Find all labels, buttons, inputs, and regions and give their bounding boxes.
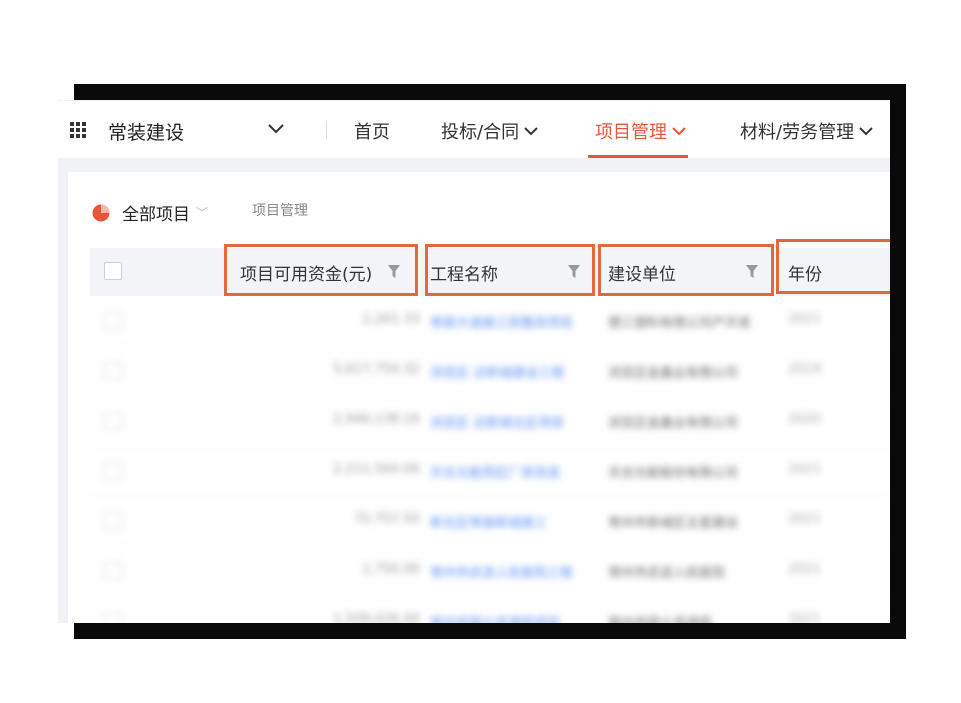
chevron-down-icon: ﹀ [196,206,209,220]
cell-year: 2021 [788,612,822,623]
cell-client-unit: 德三塑料有限公司产开发 [608,316,752,331]
row-checkbox[interactable] [104,562,122,580]
row-checkbox[interactable] [104,512,122,530]
top-navigation: 常装建设 首页 投标/合同 项目管理 材料/劳务管理 [58,100,890,159]
cell-project-name[interactable]: 常装大道施工段整改项目 [430,312,573,331]
highlight-box [598,244,774,296]
cell-client-unit: 天合光能股份有限公司 [608,466,739,481]
project-scope-selector[interactable]: 全部项目 ﹀ [92,200,208,225]
select-all-checkbox[interactable] [104,262,122,280]
cell-year: 2020 [788,412,822,427]
cell-project-name[interactable]: 浏览区 达新城北区项目 [430,412,564,431]
nav-item-label: 材料/劳务管理 [740,122,855,143]
nav-item-materials-labor[interactable]: 材料/劳务管理 [740,118,874,144]
table-row[interactable]: 1,750.00 常州市武进人民医院工程 常州市武进人民医院 2021 [90,546,890,597]
cell-amount: 5,617,754.32 [333,362,420,377]
table-row[interactable]: 2,946,138.16 浏览区 达新城北区项目 浏览区金鑫业有限公司 2020 [90,396,890,447]
row-checkbox[interactable] [104,612,122,623]
cell-year: 2021 [788,462,822,477]
row-checkbox[interactable] [104,412,122,430]
nav-item-bidding-contract[interactable]: 投标/合同 [441,118,539,144]
pie-chart-icon [92,204,110,221]
nav-divider [326,121,327,139]
cell-client-unit: 常州市新城区五星建设 [608,516,739,531]
row-checkbox[interactable] [104,362,122,380]
table-row[interactable]: 5,617,754.32 浏览区 达新城建设工程 浏览区金鑫业有限公司 2019 [90,346,890,397]
cell-amount: 72,757.50 [353,512,420,527]
highlight-box [224,244,418,296]
cell-project-name[interactable]: 常州市国土资源局项目 [430,612,560,623]
table-row[interactable]: 1,509,026.00 常州市国土资源局项目 常州市国土资源局 2021 [90,596,890,623]
cell-client-unit: 常州市武进人民医院 [608,566,726,581]
cell-project-name[interactable]: 浏览区 达新城建设工程 [430,362,564,381]
cell-amount: 1,509,026.00 [333,612,420,623]
cell-client-unit: 浏览区金鑫业有限公司 [608,366,739,381]
chevron-down-icon [524,127,538,136]
chevron-down-icon[interactable] [266,121,286,137]
nav-item-label: 投标/合同 [441,122,520,143]
cell-project-name[interactable]: 新北区常装新城施工 [430,512,547,531]
cell-year: 2021 [788,512,822,527]
cell-year: 2021 [788,562,822,577]
cell-project-name[interactable]: 天合光能西区厂房改造 [430,462,560,481]
cell-client-unit: 常州市国土资源局 [608,612,712,623]
cell-year: 2019 [788,362,822,377]
table-row[interactable]: 72,757.50 新北区常装新城施工 常州市新城区五星建设 2021 [90,496,890,547]
cell-amount: 2,211,564.06 [333,462,420,477]
cell-project-name[interactable]: 常州市武进人民医院工程 [430,562,573,581]
app-grid-icon[interactable] [70,122,86,138]
highlight-box [425,244,595,296]
cell-year: 2021 [788,312,822,327]
row-checkbox[interactable] [104,312,122,330]
cell-amount: 2,261.33 [362,312,420,327]
nav-item-project-management[interactable]: 项目管理 [595,118,687,144]
cell-amount: 2,946,138.16 [333,412,420,427]
app-title: 常装建设 [108,122,185,144]
cell-client-unit: 浏览区金鑫业有限公司 [608,416,739,431]
highlight-box [776,239,890,294]
main-content-area: 全部项目 ﹀ 项目管理 项目可用资金(元) 工程名称 建设单位 年份 2,261… [58,158,890,623]
table-row[interactable]: 2,211,564.06 天合光能西区厂房改造 天合光能股份有限公司 2021 [90,446,890,497]
breadcrumb-current-page: 项目管理 [252,203,308,219]
nav-item-home[interactable]: 首页 [354,118,390,144]
chevron-down-icon [859,127,873,136]
table-row[interactable]: 2,261.33 常装大道施工段整改项目 德三塑料有限公司产开发 2021 [90,296,890,347]
nav-item-label: 首页 [354,122,390,143]
table-body: 2,261.33 常装大道施工段整改项目 德三塑料有限公司产开发 2021 5,… [90,296,890,623]
chevron-down-icon [672,127,686,136]
cell-amount: 1,750.00 [362,562,420,577]
project-list-card: 全部项目 ﹀ 项目管理 项目可用资金(元) 工程名称 建设单位 年份 2,261… [68,172,890,623]
row-checkbox[interactable] [104,462,122,480]
app-window: 常装建设 首页 投标/合同 项目管理 材料/劳务管理 全部项目 ﹀ 项目管理 项… [58,100,890,623]
scope-label: 全部项目 [122,205,190,225]
nav-item-label: 项目管理 [595,122,667,143]
